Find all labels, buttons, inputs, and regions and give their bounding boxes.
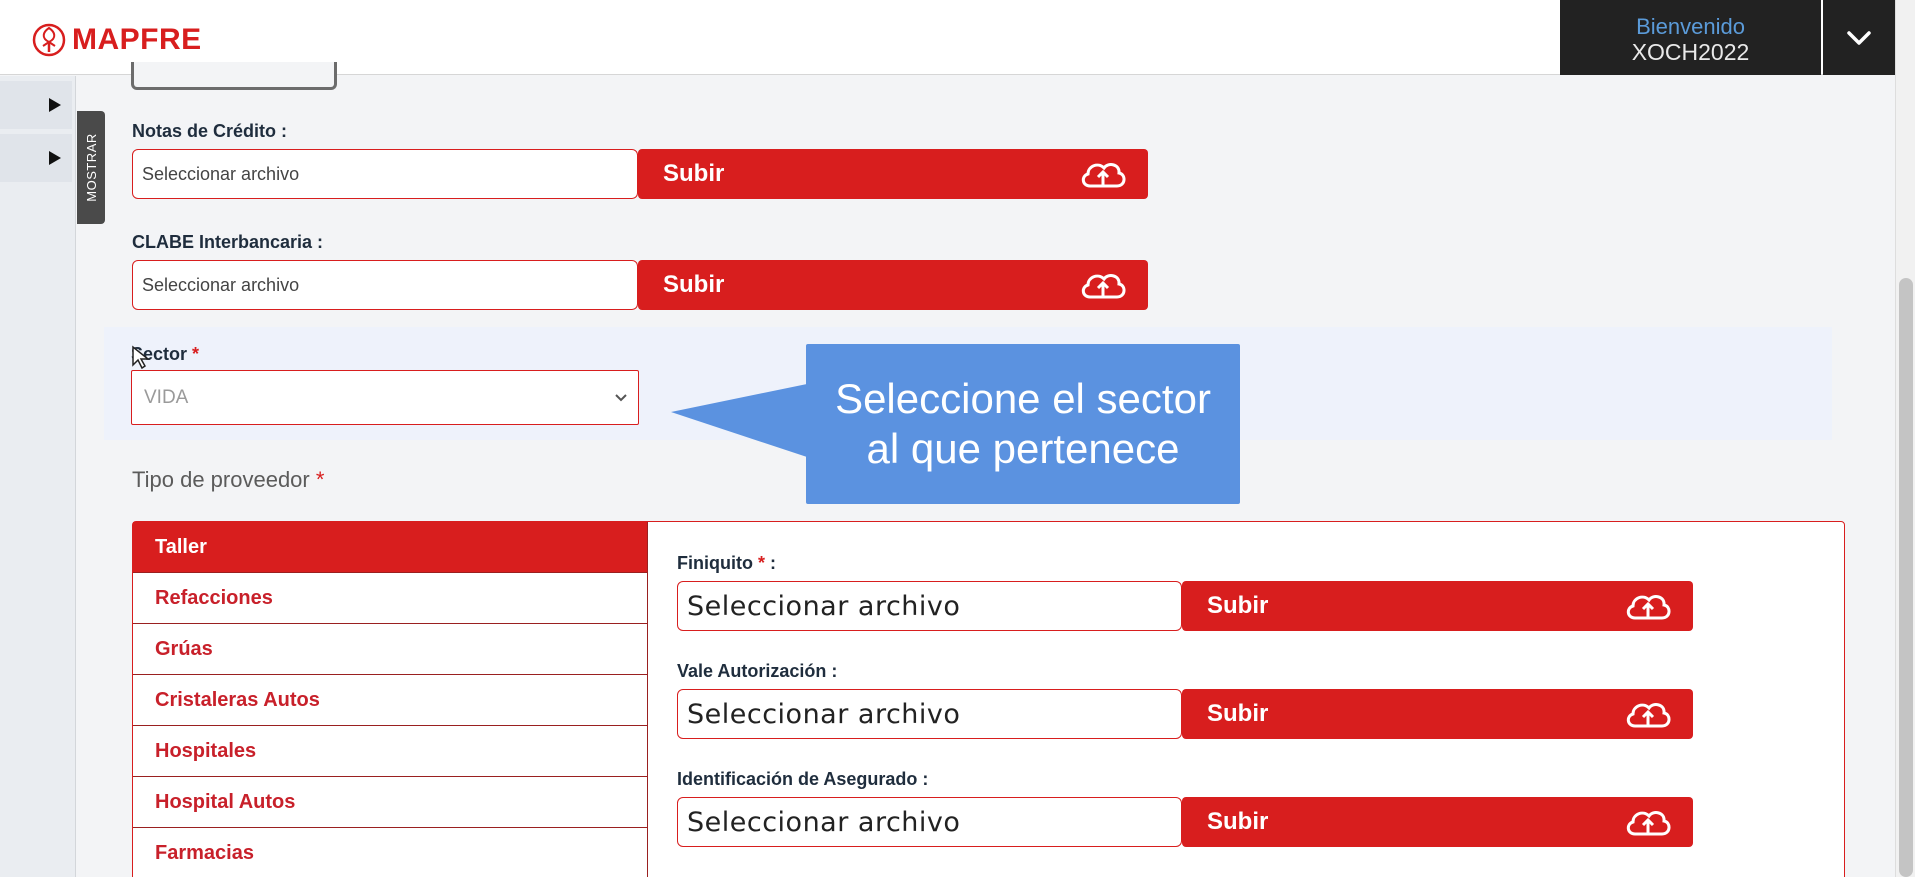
tooltip-line-1: Seleccione el sector [835,375,1211,422]
finiquito-file-input[interactable]: Seleccionar archivo [677,581,1182,631]
tipo-option-taller[interactable]: Taller [133,522,648,573]
caret-right-icon [49,98,61,112]
cloud-upload-icon [1626,703,1671,728]
page: MAPFRE Bienvenido XOCH2022 MOSTRAR Notas… [0,0,1915,877]
upload-button-label: Subir [1207,700,1269,727]
chevron-down-icon [1847,30,1871,45]
tooltip-pointer [671,384,807,457]
tipo-option-refacciones[interactable]: Refacciones [133,573,648,624]
user-menu-toggle[interactable] [1823,0,1895,75]
mapfre-logo-icon [32,23,66,57]
guide-tooltip: Seleccione el sector al que pertenece [806,344,1240,504]
identificacion-asegurado-label: Identificación de Asegurado : [677,769,929,789]
cloud-upload-icon [1626,811,1671,836]
tipo-option-cristaleras-autos[interactable]: Cristaleras Autos [133,675,648,726]
cloud-upload-icon [1081,163,1126,188]
notas-credito-label: Notas de Crédito : [132,121,288,141]
tipo-proveedor-list: Taller Refacciones Grúas Cristaleras Aut… [133,522,648,877]
tipo-option-hospital-autos[interactable]: Hospital Autos [133,777,648,828]
list-divider [647,522,648,877]
finiquito-label-suffix: : [765,553,777,573]
required-mark: * [758,553,766,573]
tipo-option-farmacias[interactable]: Farmacias [133,828,648,877]
vale-autorizacion-label: Vale Autorización : [677,661,838,681]
greeting-text: Bienvenido [1636,14,1745,39]
upload-button-label: Subir [1207,808,1269,835]
scrollbar-thumb[interactable] [1899,278,1913,877]
required-mark: * [315,467,325,492]
identificacion-asegurado-file-input[interactable]: Seleccionar archivo [677,797,1182,847]
finiquito-label: Finiquito * : [677,553,776,574]
previous-field-edge [131,62,337,90]
clabe-label: CLABE Interbancaria : [132,232,324,252]
mostrar-label: MOSTRAR [83,133,99,202]
tooltip-line-2: al que pertenece [866,425,1180,472]
notas-credito-upload-button[interactable]: Subir [638,149,1148,199]
clabe-upload-button[interactable]: Subir [638,260,1148,310]
notas-credito-file-input[interactable]: Seleccionar archivo [132,149,638,199]
required-mark: * [192,344,200,364]
username-text: XOCH2022 [1631,39,1750,65]
tipo-option-gruas[interactable]: Grúas [133,624,648,675]
mostrar-tab[interactable]: MOSTRAR [77,111,105,224]
sidebar-expand-button-1[interactable] [0,81,72,129]
sector-select[interactable]: VIDA [131,370,639,425]
upload-button-label: Subir [663,160,725,187]
mapfre-logo[interactable]: MAPFRE [32,18,202,62]
tipo-proveedor-label-text: Tipo de proveedor [132,467,310,492]
mouse-cursor-icon [132,345,151,370]
tipo-option-hospitales[interactable]: Hospitales [133,726,648,777]
cloud-upload-icon [1626,595,1671,620]
finiquito-label-text: Finiquito [677,553,753,573]
upload-button-label: Subir [663,271,725,298]
vale-autorizacion-file-input[interactable]: Seleccionar archivo [677,689,1182,739]
tipo-proveedor-label: Tipo de proveedor * [132,467,324,493]
clabe-file-input[interactable]: Seleccionar archivo [132,260,638,310]
sector-selected-value: VIDA [144,386,189,408]
sidebar-expand-button-2[interactable] [0,134,72,182]
left-sidebar [0,76,76,877]
cloud-upload-icon [1081,274,1126,299]
upload-button-label: Subir [1207,592,1269,619]
finiquito-upload-button[interactable]: Subir [1182,581,1693,631]
identificacion-asegurado-upload-button[interactable]: Subir [1182,797,1693,847]
vale-autorizacion-upload-button[interactable]: Subir [1182,689,1693,739]
logo-text: MAPFRE [72,23,202,56]
chevron-down-icon [615,393,627,401]
caret-right-icon [49,151,61,165]
page-scrollbar[interactable] [1895,0,1915,877]
user-welcome: Bienvenido XOCH2022 [1560,0,1821,75]
